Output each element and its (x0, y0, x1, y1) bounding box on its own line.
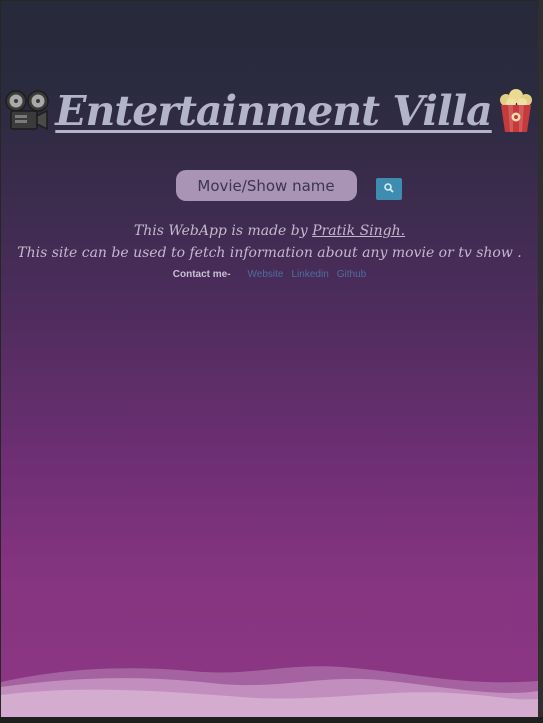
browser-viewport: Entertainment Villa Movie/Show name This… (0, 0, 543, 723)
header: Entertainment Villa (1, 81, 538, 141)
website-link[interactable]: Website (248, 269, 284, 280)
linkedin-link[interactable]: Linkedin (292, 269, 329, 280)
popcorn-icon (496, 88, 536, 134)
app-title: Entertainment Villa (55, 87, 492, 135)
author-link[interactable]: Pratik Singh. (312, 223, 405, 239)
credit-prefix: This WebApp is made by (133, 223, 313, 239)
search-bar (1, 170, 538, 201)
credit-text: This WebApp is made by Pratik Singh. Thi… (1, 220, 538, 264)
contact-row: Contact me- Website Linkedin Github (1, 269, 538, 280)
github-link[interactable]: Github (337, 269, 366, 280)
credit-line-1: This WebApp is made by Pratik Singh. (1, 220, 538, 242)
page: Entertainment Villa Movie/Show name This… (1, 1, 538, 717)
bottom-waves (1, 666, 538, 717)
window-bottom-edge (0, 717, 543, 723)
search-input[interactable] (175, 170, 357, 201)
film-projector-icon (3, 89, 51, 133)
credit-line-2: This site can be used to fetch informati… (17, 245, 522, 261)
search-button[interactable] (375, 177, 402, 200)
search-icon (383, 181, 394, 196)
window-edge (538, 0, 543, 723)
contact-label: Contact me- (172, 269, 231, 280)
